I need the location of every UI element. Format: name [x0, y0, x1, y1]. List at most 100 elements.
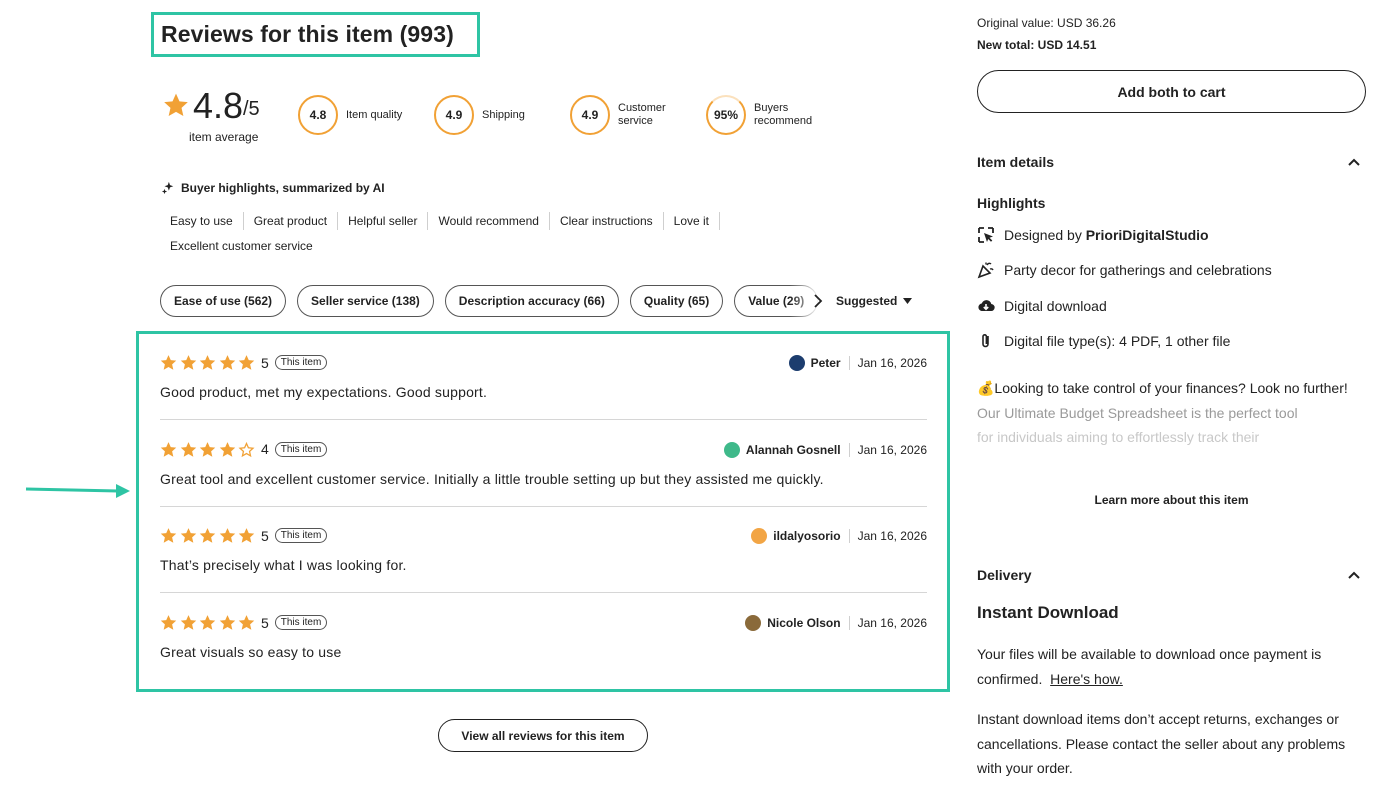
- divider: [848, 529, 850, 544]
- designed-by-row: Designed by PrioriDigitalStudio: [977, 226, 1209, 244]
- caret-down-icon: [903, 298, 913, 304]
- review-author[interactable]: ildalyosorio: [773, 529, 840, 543]
- add-both-to-cart-button[interactable]: Add both to cart: [977, 70, 1366, 113]
- highlight-chip[interactable]: Would recommend: [428, 212, 550, 230]
- star-filled-icon: [239, 355, 255, 370]
- review-rating: 4: [260, 441, 269, 458]
- party-decor-row: Party decor for gatherings and celebrati…: [977, 261, 1272, 279]
- original-value: Original value: USD 36.26: [977, 16, 1116, 30]
- review-stars: 4 This item: [160, 441, 328, 458]
- digital-download-row: Digital download: [977, 297, 1107, 315]
- metric-label: Customer service: [618, 102, 666, 127]
- review-author[interactable]: Peter: [811, 356, 841, 370]
- review-author[interactable]: Alannah Gosnell: [746, 443, 841, 457]
- instant-download-title: Instant Download: [977, 603, 1119, 622]
- star-filled-icon: [180, 615, 196, 630]
- review-item: 5 This item ildalyosorio Jan 16, 2026 That’s…: [160, 507, 927, 594]
- sparkle-icon: [161, 181, 174, 195]
- filter-quality[interactable]: Quality (65): [629, 285, 724, 317]
- star-filled-icon: [199, 441, 216, 457]
- metric-shipping: 4.9 Shipping: [434, 95, 525, 135]
- metric-value: 4.8: [298, 95, 338, 135]
- paperclip-icon: [982, 334, 989, 348]
- average-rating: 4.8: [193, 85, 244, 126]
- highlight-chip[interactable]: Great product: [244, 212, 339, 230]
- heres-how-link[interactable]: Here's how.: [1050, 671, 1123, 687]
- divider: [848, 356, 850, 370]
- review-author[interactable]: Nicole Olson: [767, 616, 840, 630]
- review-stars: 5 This item: [160, 614, 328, 631]
- description-line: for individuals aiming to effortlessly t…: [977, 429, 1260, 445]
- avatar: [751, 528, 768, 545]
- new-total: New total: USD 14.51: [977, 38, 1097, 52]
- this-item-badge: This item: [274, 441, 328, 457]
- chevron-right-icon[interactable]: [810, 292, 826, 310]
- ai-highlights-label: Buyer highlights, summarized by AI: [181, 181, 385, 195]
- this-item-badge: This item: [274, 528, 328, 544]
- star-filled-icon: [199, 615, 216, 630]
- star-filled-icon: [239, 615, 255, 630]
- highlight-chip[interactable]: Helpful seller: [338, 212, 429, 230]
- highlights-heading: Highlights: [977, 195, 1046, 211]
- highlight-chip[interactable]: Excellent customer service: [160, 237, 323, 255]
- highlight-chip[interactable]: Clear instructions: [550, 212, 664, 230]
- star-filled-icon: [219, 355, 236, 370]
- annotation-arrow-icon: [25, 484, 130, 498]
- review-rating: 5: [260, 527, 269, 544]
- files-available-sentence: Your files will be available to download…: [977, 646, 1322, 687]
- divider: [848, 616, 850, 631]
- divider: [848, 442, 850, 457]
- review-meta: ildalyosorio Jan 16, 2026: [751, 528, 927, 545]
- review-date: Jan 16, 2026: [857, 356, 927, 370]
- digital-download-text: Digital download: [1004, 298, 1107, 314]
- avatar: [788, 355, 805, 371]
- item-details-heading: Item details: [977, 154, 1055, 170]
- star-filled-icon: [219, 528, 236, 544]
- description-line: Our Ultimate Budget Spreadsheet is the p…: [977, 404, 1298, 421]
- review-rating: 5: [260, 354, 269, 371]
- file-type-text: Digital file type(s): 4 PDF, 1 other fil…: [1004, 333, 1231, 349]
- designer-link[interactable]: PrioriDigitalStudio: [1086, 227, 1209, 243]
- avatar: [745, 615, 762, 632]
- learn-more-link[interactable]: Learn more about this item: [977, 493, 1366, 507]
- metric-item-quality: 4.8 Item quality: [298, 95, 402, 135]
- review-date: Jan 16, 2026: [857, 529, 927, 544]
- cloud-download-icon: [978, 300, 995, 312]
- metric-value: 4.9: [434, 95, 474, 135]
- this-item-badge: This item: [274, 355, 328, 370]
- star-filled-icon: [199, 528, 216, 544]
- highlight-chip[interactable]: Easy to use: [160, 212, 244, 230]
- view-all-reviews-button[interactable]: View all reviews for this item: [438, 719, 648, 752]
- metric-buyers-recommend: 95% Buyers recommend: [706, 95, 812, 135]
- highlight-chip[interactable]: Love it: [664, 212, 721, 230]
- star-filled-icon: [180, 441, 196, 457]
- avatar: [723, 441, 740, 458]
- returns-text: Instant download items don’t accept retu…: [977, 711, 1346, 776]
- metric-label: Item quality: [346, 108, 403, 121]
- review-item: 4 This item Alannah Gosnell Jan 16, 2026 Gre…: [160, 421, 927, 507]
- filter-description-accuracy[interactable]: Description accuracy (66): [444, 285, 619, 317]
- delivery-toggle[interactable]: Delivery: [977, 567, 1366, 583]
- reviews-heading-box: Reviews for this item (993): [151, 12, 480, 57]
- average-label: item average: [189, 130, 259, 144]
- average-denominator: /5: [243, 98, 260, 120]
- review-stars: 5 This item: [160, 354, 328, 371]
- metric-value: 95%: [706, 95, 746, 135]
- sort-dropdown[interactable]: Suggested: [836, 294, 913, 308]
- delivery-heading: Delivery: [977, 567, 1032, 583]
- star-filled-icon: [199, 355, 216, 370]
- review-text: Great visuals so easy to use: [160, 644, 342, 661]
- review-filter-bar: Ease of use (562) Seller service (138) D…: [160, 285, 820, 317]
- filter-seller-service[interactable]: Seller service (138): [297, 285, 434, 317]
- star-filled-icon: [180, 355, 196, 370]
- review-rating: 5: [260, 614, 269, 631]
- metric-label: Shipping: [482, 108, 525, 121]
- designed-by-prefix: Designed by: [1004, 227, 1086, 243]
- reviews-list: 5 This item Peter Jan 16, 2026 Good product,…: [136, 331, 950, 692]
- review-date: Jan 16, 2026: [857, 442, 927, 457]
- review-text: That’s precisely what I was looking for.: [160, 557, 407, 574]
- filter-ease-of-use[interactable]: Ease of use (562): [160, 285, 287, 317]
- item-details-toggle[interactable]: Item details: [977, 154, 1366, 170]
- star-filled-icon: [239, 528, 255, 544]
- design-tool-icon: [978, 227, 994, 243]
